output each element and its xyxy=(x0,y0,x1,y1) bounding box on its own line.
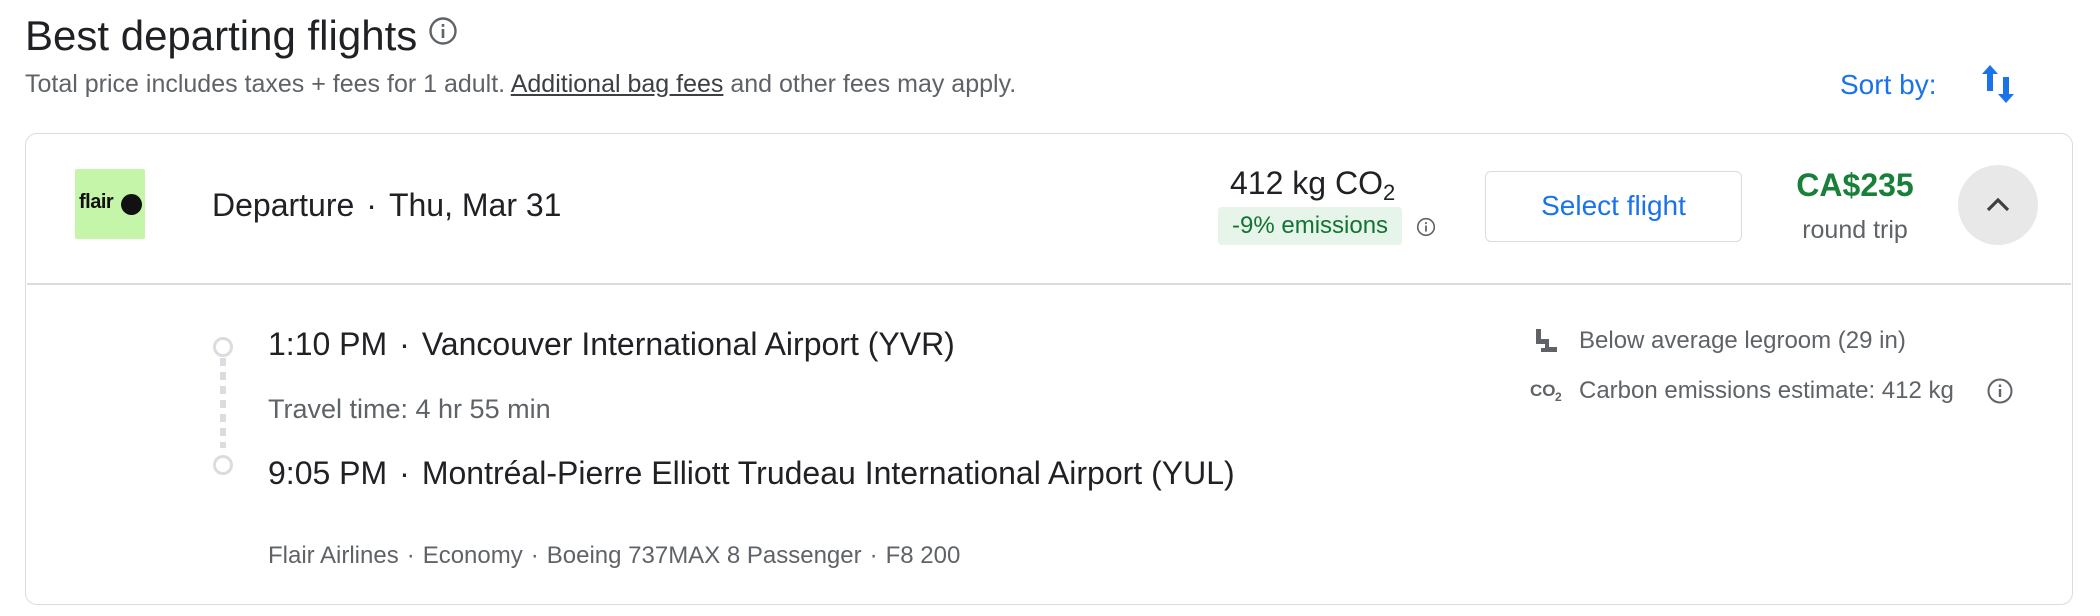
arrival-stop-circle xyxy=(213,455,233,475)
section-title-text: Best departing flights xyxy=(25,12,418,59)
price-disclaimer: Total price includes taxes + fees for 1 … xyxy=(25,66,1016,102)
flight-details: Flair Airlines · Economy · Boeing 737MAX 8 P… xyxy=(268,539,960,573)
price-note: round trip xyxy=(1802,216,1908,244)
separator-dot: · xyxy=(399,455,410,491)
sort-button[interactable]: Sort by: xyxy=(1840,66,1936,104)
route-line xyxy=(220,358,226,448)
select-flight-button[interactable]: Select flight xyxy=(1485,171,1742,242)
departure-label: Departure xyxy=(212,187,355,223)
airline-logo-text: flair xyxy=(79,191,114,213)
travel-time: Travel time: 4 hr 55 min xyxy=(268,394,551,424)
separator-dot: · xyxy=(406,542,415,569)
chevron-up-icon xyxy=(1986,197,2010,212)
departure-stop-circle xyxy=(213,337,233,357)
airline-logo: flair xyxy=(75,169,145,239)
arrival-leg: 9:05 PM · Montréal-Pierre Elliott Trudeau … xyxy=(268,452,1235,494)
price-disclaimer-suffix: and other fees may apply. xyxy=(730,70,1017,98)
emissions-estimate-info-icon[interactable] xyxy=(1986,377,2014,410)
emissions-badge: -9% emissions xyxy=(1218,207,1403,245)
separator-dot: · xyxy=(869,542,878,569)
separator-dot: · xyxy=(366,187,377,223)
flight-number: F8 200 xyxy=(885,542,961,569)
airline-name: Flair Airlines xyxy=(268,542,399,569)
arrival-airport: Montréal-Pierre Elliott Trudeau Internat… xyxy=(421,455,1235,491)
legroom-info: Below average legroom (29 in) xyxy=(1579,327,1906,354)
co2-icon: CO 2 xyxy=(1530,378,1564,409)
cabin-class: Economy xyxy=(422,542,523,569)
section-title: Best departing flights xyxy=(25,8,417,64)
emissions-info-icon[interactable] xyxy=(1416,217,1436,242)
svg-text:CO: CO xyxy=(1530,381,1556,400)
seat-icon xyxy=(1532,326,1560,359)
collapse-button[interactable] xyxy=(1958,165,2038,245)
departure-heading: Departure · Thu, Mar 31 xyxy=(212,184,561,226)
separator-dot: · xyxy=(530,542,539,569)
card-divider xyxy=(27,283,2071,285)
bag-fees-link[interactable]: Additional bag fees xyxy=(511,70,724,98)
aircraft-type: Boeing 737MAX 8 Passenger xyxy=(546,542,862,569)
arrival-time: 9:05 PM xyxy=(268,455,388,491)
emissions-estimate: Carbon emissions estimate: 412 kg xyxy=(1579,377,1954,404)
departure-leg: 1:10 PM · Vancouver International Airport … xyxy=(268,323,955,365)
svg-text:2: 2 xyxy=(1555,390,1562,404)
separator-dot: · xyxy=(399,326,410,362)
departure-date: Thu, Mar 31 xyxy=(388,187,562,223)
departure-airport: Vancouver International Airport (YVR) xyxy=(421,326,955,362)
price: CA$235 xyxy=(1796,167,1914,203)
price-disclaimer-text: Total price includes taxes + fees for 1 … xyxy=(25,70,506,98)
departure-time: 1:10 PM xyxy=(268,326,388,362)
airline-logo-dot xyxy=(121,194,142,215)
co2-subscript: 2 xyxy=(1382,180,1396,205)
info-icon[interactable] xyxy=(428,16,458,46)
co2-value: 412 kg CO xyxy=(1230,165,1383,201)
sort-arrows-icon[interactable] xyxy=(1978,61,2018,112)
